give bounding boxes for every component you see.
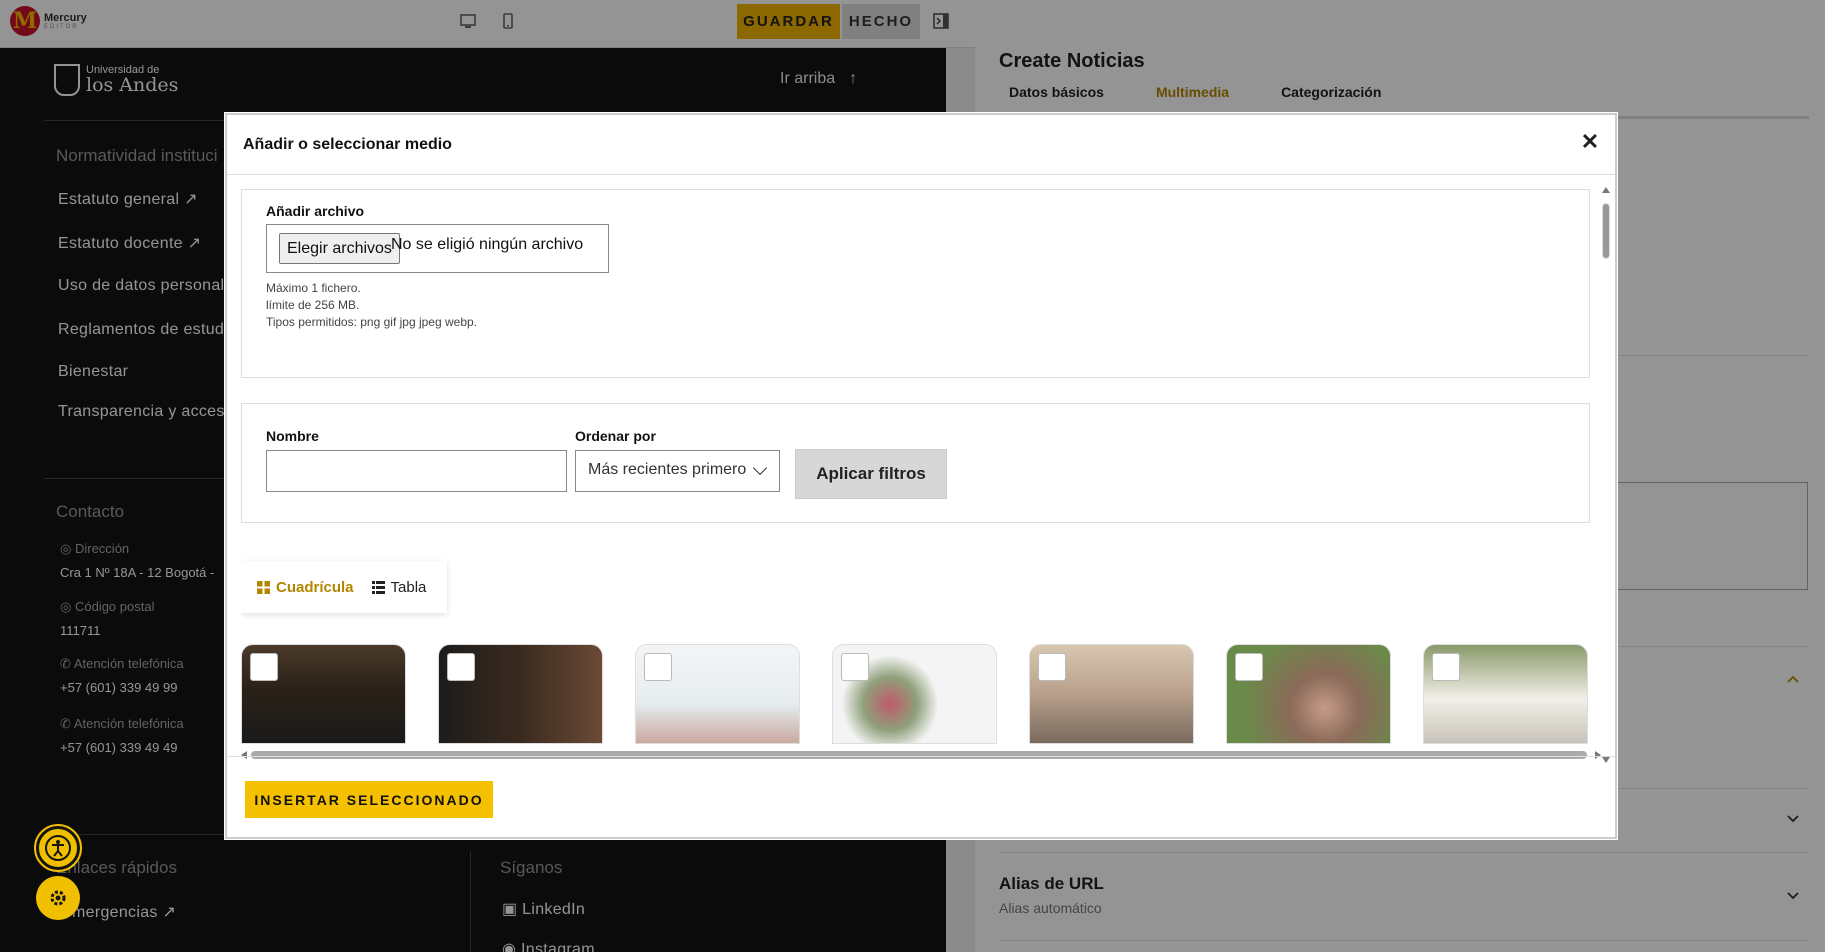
upload-card: Añadir archivo Elegir archivos No se eli… — [241, 189, 1590, 378]
media-checkbox[interactable] — [447, 653, 475, 681]
accessibility-button[interactable] — [34, 824, 82, 872]
media-item[interactable] — [241, 644, 406, 744]
media-item[interactable] — [832, 644, 997, 744]
view-toggle: Cuadrícula Tabla — [241, 561, 447, 613]
media-checkbox[interactable] — [1038, 653, 1066, 681]
no-file-text: No se eligió ningún archivo — [391, 236, 584, 253]
accessibility-icon — [45, 835, 71, 861]
dialog-footer: INSERTAR SELECCIONADO — [227, 756, 1615, 837]
media-item[interactable] — [1029, 644, 1194, 744]
media-checkbox[interactable] — [644, 653, 672, 681]
list-icon — [371, 580, 385, 594]
media-item[interactable] — [438, 644, 603, 744]
choose-files-button[interactable]: Elegir archivos — [279, 233, 400, 264]
media-item[interactable] — [1423, 644, 1588, 744]
grid-view-button[interactable]: Cuadrícula — [257, 579, 354, 596]
insert-selected-button[interactable]: INSERTAR SELECCIONADO — [245, 781, 493, 818]
grid-icon — [257, 580, 270, 594]
dialog-header: Añadir o seleccionar medio ✕ — [227, 115, 1615, 175]
scrollbar-thumb[interactable] — [1602, 203, 1610, 259]
name-label: Nombre — [266, 428, 319, 444]
table-view-button[interactable]: Tabla — [371, 578, 427, 596]
media-checkbox[interactable] — [250, 653, 278, 681]
dialog-vertical-scrollbar[interactable] — [1599, 183, 1613, 767]
table-view-label: Tabla — [390, 578, 427, 596]
dialog-title: Añadir o seleccionar medio — [243, 136, 452, 153]
sort-label: Ordenar por — [575, 428, 656, 444]
upload-label: Añadir archivo — [266, 203, 365, 219]
media-item[interactable] — [1226, 644, 1391, 744]
name-filter-input[interactable] — [266, 450, 567, 492]
media-item[interactable] — [635, 644, 800, 744]
media-grid — [241, 644, 1601, 744]
close-icon[interactable]: ✕ — [1579, 131, 1601, 153]
scroll-up-icon[interactable] — [1602, 187, 1610, 193]
upload-help: límite de 256 MB. — [266, 298, 360, 312]
chevron-down-icon — [752, 460, 768, 476]
media-checkbox[interactable] — [1235, 653, 1263, 681]
dialog-body: Añadir archivo Elegir archivos No se eli… — [241, 189, 1601, 761]
settings-button[interactable] — [36, 876, 80, 920]
sort-select[interactable]: Más recientes primero — [575, 450, 780, 492]
media-checkbox[interactable] — [841, 653, 869, 681]
file-input[interactable]: Elegir archivos No se eligió ningún arch… — [266, 224, 609, 273]
sort-select-value: Más recientes primero — [588, 461, 747, 478]
filter-card: Nombre Ordenar por Más recientes primero… — [241, 403, 1590, 523]
gear-icon — [50, 890, 66, 906]
apply-filters-button[interactable]: Aplicar filtros — [795, 449, 947, 499]
upload-help: Máximo 1 fichero. — [266, 281, 361, 295]
media-dialog: Añadir o seleccionar medio ✕ Añadir arch… — [225, 113, 1617, 839]
media-checkbox[interactable] — [1432, 653, 1460, 681]
grid-view-label: Cuadrícula — [276, 578, 354, 596]
upload-help: Tipos permitidos: png gif jpg jpeg webp. — [266, 315, 478, 329]
